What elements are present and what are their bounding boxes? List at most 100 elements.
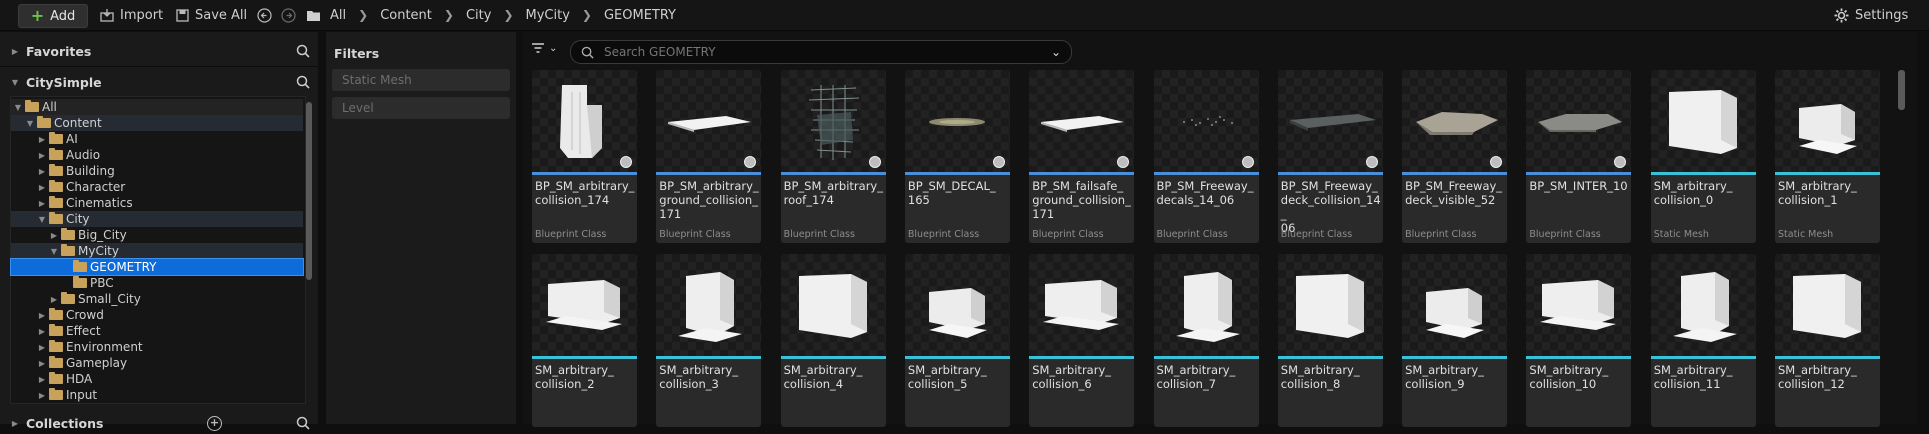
- tree-item[interactable]: ▶ Cinematics: [11, 195, 303, 211]
- tree-item[interactable]: ▶ Gameplay: [11, 355, 303, 371]
- breadcrumb-mycity[interactable]: MyCity: [526, 8, 570, 23]
- asset-tile[interactable]: SM_arbitrary_ collision_8: [1277, 254, 1383, 427]
- asset-tile[interactable]: SM_arbitrary_ collision_5: [904, 254, 1010, 427]
- asset-tile[interactable]: BP_SM_INTER_10 Blueprint Class: [1526, 70, 1632, 243]
- caret-right-icon[interactable]: ▶: [49, 231, 59, 240]
- breadcrumb-content[interactable]: Content: [380, 8, 432, 23]
- tree-item[interactable]: ▼ Content: [11, 115, 303, 131]
- chevron-right-icon[interactable]: ❯: [358, 8, 368, 22]
- caret-right-icon[interactable]: ▶: [37, 375, 47, 384]
- caret-right-icon[interactable]: ▶: [37, 167, 47, 176]
- caret-right-icon[interactable]: ▶: [37, 135, 47, 144]
- tree-item[interactable]: ▶ Crowd: [11, 307, 303, 323]
- caret-right-icon[interactable]: ▶: [10, 47, 20, 56]
- chevron-right-icon[interactable]: ❯: [582, 8, 592, 22]
- search-input[interactable]: [602, 44, 1051, 60]
- tree-item[interactable]: ▶ AI: [11, 131, 303, 147]
- filter-level[interactable]: Level: [332, 97, 510, 119]
- asset-tile[interactable]: BP_SM_DECAL_ 165 Blueprint Class: [904, 70, 1010, 243]
- caret-right-icon[interactable]: ▶: [37, 183, 47, 192]
- search-bar[interactable]: ⌄: [570, 40, 1072, 64]
- caret-right-icon[interactable]: ▶: [37, 199, 47, 208]
- grid-scrollbar[interactable]: [1898, 70, 1905, 110]
- asset-tile[interactable]: SM_arbitrary_ collision_9: [1402, 254, 1508, 427]
- save-all-button[interactable]: Save All: [176, 0, 247, 30]
- asset-tile[interactable]: BP_SM_Freeway_ deck_visible_52 Blueprint C…: [1402, 70, 1508, 243]
- add-button[interactable]: + Add: [18, 4, 88, 28]
- tree-scrollbar[interactable]: [306, 102, 312, 280]
- asset-name: SM_arbitrary_ collision_9: [1405, 363, 1505, 391]
- filter-static-mesh[interactable]: Static Mesh: [332, 69, 510, 91]
- import-button[interactable]: Import: [100, 0, 163, 30]
- mesh-preview: [1175, 272, 1240, 342]
- asset-tile[interactable]: SM_arbitrary_ collision_3: [656, 254, 762, 427]
- tree-item[interactable]: PBC: [11, 275, 303, 291]
- collections-header[interactable]: ▶ Collections +: [10, 412, 310, 434]
- tree-item-label: All: [42, 100, 57, 114]
- caret-right-icon[interactable]: ▶: [37, 359, 47, 368]
- asset-tile[interactable]: BP_SM_arbitrary_ roof_174 Blueprint Class: [780, 70, 886, 243]
- search-icon: [581, 46, 594, 59]
- caret-down-icon[interactable]: ▼: [13, 103, 23, 112]
- caret-down-icon[interactable]: ▼: [10, 78, 20, 87]
- tree-item[interactable]: ▶ Effect: [11, 323, 303, 339]
- asset-tile[interactable]: SM_arbitrary_ collision_10: [1526, 254, 1632, 427]
- tree-item[interactable]: ▶ Building: [11, 163, 303, 179]
- tree-item[interactable]: ▶ Big_City: [11, 227, 303, 243]
- breadcrumb-all[interactable]: All: [330, 8, 346, 23]
- asset-tile[interactable]: BP_SM_arbitrary_ ground_collision_ 171 Blue…: [656, 70, 762, 243]
- asset-tile[interactable]: SM_arbitrary_ collision_4: [780, 254, 886, 427]
- caret-down-icon[interactable]: ▼: [25, 119, 35, 128]
- search-icon[interactable]: [296, 416, 310, 430]
- asset-tile[interactable]: SM_arbitrary_ collision_11: [1650, 254, 1756, 427]
- project-header[interactable]: ▼ CitySimple: [10, 71, 310, 93]
- asset-tile[interactable]: BP_SM_Freeway_ deck_collision_14_ 06 Bluepr…: [1277, 70, 1383, 243]
- caret-right-icon[interactable]: ▶: [10, 419, 20, 428]
- tree-item[interactable]: ▶ Input: [11, 387, 303, 403]
- tree-item[interactable]: ▶ HDA: [11, 371, 303, 387]
- asset-tile[interactable]: SM_arbitrary_ collision_12: [1775, 254, 1880, 427]
- asset-tile[interactable]: BP_SM_Freeway_ decals_14_06 Blueprint Clas…: [1153, 70, 1259, 243]
- filter-dropdown-button[interactable]: ⌄: [531, 42, 557, 54]
- favorites-header[interactable]: ▶ Favorites: [10, 40, 310, 62]
- caret-right-icon[interactable]: ▶: [37, 343, 47, 352]
- tree-item-label: Character: [66, 180, 126, 194]
- caret-down-icon[interactable]: ▼: [37, 215, 47, 224]
- tree-item[interactable]: ▶ Character: [11, 179, 303, 195]
- tree-item[interactable]: ▼ MyCity: [11, 243, 303, 259]
- tree-item[interactable]: GEOMETRY: [10, 258, 304, 276]
- asset-tile[interactable]: SM_arbitrary_ collision_0 Static Mesh: [1650, 70, 1756, 243]
- tree-item[interactable]: ▼ City: [11, 211, 303, 227]
- add-collection-icon[interactable]: +: [207, 415, 222, 431]
- chevron-right-icon[interactable]: ❯: [503, 8, 513, 22]
- search-icon[interactable]: [296, 75, 310, 89]
- chevron-down-icon[interactable]: ⌄: [1051, 45, 1061, 59]
- caret-right-icon[interactable]: ▶: [49, 295, 59, 304]
- caret-right-icon[interactable]: ▶: [37, 311, 47, 320]
- asset-tile[interactable]: SM_arbitrary_ collision_7: [1153, 254, 1259, 427]
- caret-down-icon[interactable]: ▼: [49, 247, 59, 256]
- settings-button[interactable]: Settings: [1834, 0, 1908, 30]
- caret-right-icon[interactable]: ▶: [37, 327, 47, 336]
- tree-item[interactable]: ▶ Environment: [11, 339, 303, 355]
- history-back-button[interactable]: [257, 0, 278, 30]
- chevron-right-icon[interactable]: ❯: [444, 8, 454, 22]
- tree-item[interactable]: ▶ Small_City: [11, 291, 303, 307]
- search-icon[interactable]: [296, 44, 310, 58]
- asset-tile[interactable]: SM_arbitrary_ collision_2: [532, 254, 637, 427]
- tree-item[interactable]: ▼ All: [11, 99, 303, 115]
- asset-name: SM_arbitrary_ collision_6: [1032, 363, 1132, 391]
- asset-tile[interactable]: BP_SM_failsafe_ ground_collision_ 171 Bluep…: [1029, 70, 1135, 243]
- caret-right-icon[interactable]: ▶: [37, 151, 47, 160]
- tree-item[interactable]: ▶ Audio: [11, 147, 303, 163]
- asset-tile[interactable]: BP_SM_arbitrary_ collision_174 Blueprint C…: [532, 70, 637, 243]
- asset-tile[interactable]: SM_arbitrary_ collision_1 Static Mesh: [1775, 70, 1880, 243]
- breadcrumb-geometry[interactable]: GEOMETRY: [604, 8, 676, 23]
- caret-right-icon[interactable]: ▶: [37, 391, 47, 400]
- breadcrumb-city[interactable]: City: [466, 8, 491, 23]
- asset-type-strip: [656, 172, 762, 175]
- asset-tile[interactable]: SM_arbitrary_ collision_6: [1029, 254, 1135, 427]
- browse-folder-button[interactable]: [306, 0, 327, 30]
- blueprint-preview-icon: [1365, 156, 1378, 168]
- history-forward-button[interactable]: [281, 0, 302, 30]
